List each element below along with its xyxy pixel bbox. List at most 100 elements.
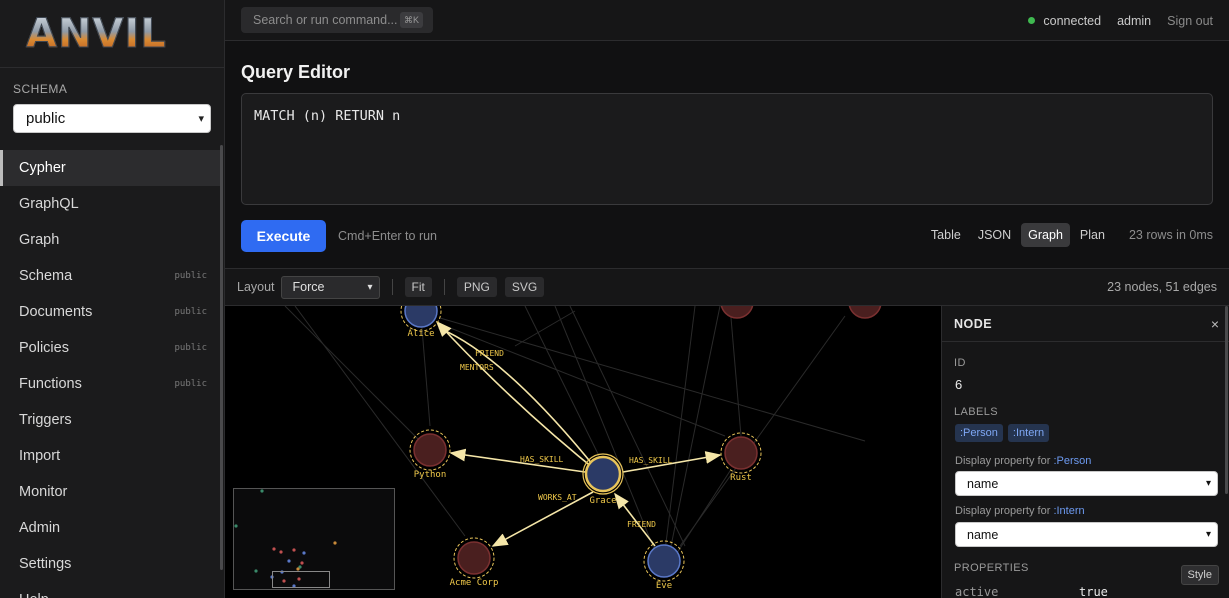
edge-label: HAS_SKILL — [520, 455, 564, 464]
graph-edge — [664, 306, 696, 552]
display-property-prefix: Display property for — [955, 455, 1051, 467]
graph-minimap[interactable] — [233, 488, 395, 590]
graph-node-grace[interactable]: Grace — [582, 453, 624, 506]
sidebar-item-graph[interactable]: Graph — [0, 222, 222, 258]
sidebar-item-schema[interactable]: Schema public — [0, 258, 222, 294]
graph-edge — [729, 306, 742, 437]
sidebar: ANVIL SCHEMA public ▾ Cypher GraphQL Graph… — [0, 0, 225, 598]
query-input[interactable]: MATCH (n) RETURN n — [241, 93, 1213, 205]
node-id-label: ID — [954, 357, 966, 369]
sidebar-item-cypher[interactable]: Cypher — [0, 150, 222, 186]
layout-select[interactable]: Force ▾ — [280, 275, 380, 299]
execute-button[interactable]: Execute — [241, 220, 326, 252]
display-property-label-person: Display property for :Person — [955, 455, 1091, 467]
display-property-select-intern[interactable]: name ▾ — [955, 522, 1218, 547]
style-button[interactable]: Style — [1180, 565, 1219, 585]
graph-edge — [284, 306, 426, 447]
sidebar-item-import[interactable]: Import — [0, 438, 222, 474]
sidebar-item-label: Monitor — [19, 484, 68, 500]
graph-canvas[interactable]: FRIEND MENTORS HAS_SKILL HAS_SKILL WORKS… — [225, 306, 941, 598]
sidebar-item-graphql[interactable]: GraphQL — [0, 186, 222, 222]
fit-button[interactable]: Fit — [404, 277, 432, 297]
edge-label: HAS_SKILL — [629, 456, 673, 465]
graph-edge — [669, 306, 721, 552]
sidebar-item-triggers[interactable]: Triggers — [0, 402, 222, 438]
display-property-select-person[interactable]: name ▾ — [955, 471, 1218, 496]
edge-label: WORKS_AT — [538, 493, 577, 502]
result-view-tabs: Table JSON Graph Plan 23 rows in 0ms — [921, 223, 1213, 247]
minimap-dot — [254, 569, 258, 573]
connection-status: connected — [1028, 14, 1101, 28]
graph-node[interactable] — [720, 306, 754, 319]
node-label: Rust — [730, 473, 752, 483]
sign-out-link[interactable]: Sign out — [1167, 14, 1213, 28]
query-editor-section: Query Editor MATCH (n) RETURN n Execute … — [225, 41, 1229, 269]
chevron-down-icon: ▾ — [198, 113, 204, 125]
tab-table[interactable]: Table — [924, 223, 968, 247]
toolbar-divider — [443, 279, 445, 295]
graph-node-eve[interactable]: Eve — [643, 540, 685, 591]
sidebar-item-label: Policies — [19, 340, 69, 356]
node-panel-title: NODE — [954, 316, 993, 331]
minimap-viewport[interactable] — [272, 571, 330, 588]
node-details-panel: NODE × ID 6 LABELS :Person :Intern Displ… — [941, 306, 1229, 598]
export-svg-button[interactable]: SVG — [504, 277, 545, 297]
display-property-value: name — [967, 476, 999, 491]
edge-label: MENTORS — [460, 363, 494, 372]
rows-info: 23 rows in 0ms — [1128, 228, 1213, 242]
node-panel-header: NODE × — [942, 306, 1229, 342]
properties-label: PROPERTIES — [954, 562, 1029, 574]
sidebar-item-label: Schema — [19, 268, 73, 284]
sidebar-item-documents[interactable]: Documents public — [0, 294, 222, 330]
sidebar-item-monitor[interactable]: Monitor — [0, 474, 222, 510]
node-label-chips: :Person :Intern — [955, 424, 1050, 442]
top-right-area: connected admin Sign out — [1028, 0, 1213, 41]
sidebar-item-label: Cypher — [19, 160, 66, 176]
export-png-button[interactable]: PNG — [456, 277, 497, 297]
close-icon[interactable]: × — [1211, 316, 1219, 332]
connection-status-text: connected — [1043, 13, 1102, 28]
current-user[interactable]: admin — [1117, 14, 1151, 28]
sidebar-scrollbar[interactable] — [220, 145, 223, 570]
command-search-input[interactable]: Search or run command... ⌘K — [241, 7, 433, 33]
sidebar-item-functions[interactable]: Functions public — [0, 366, 222, 402]
graph-edge — [524, 306, 604, 465]
tab-json[interactable]: JSON — [971, 223, 1018, 247]
run-hint: Cmd+Enter to run — [338, 229, 438, 243]
sidebar-item-help[interactable]: Help — [0, 582, 222, 598]
graph-stats: 23 nodes, 51 edges — [1107, 280, 1217, 294]
label-chip-person[interactable]: :Person — [955, 424, 1003, 442]
graph-node-alice[interactable]: Alice — [400, 306, 442, 339]
sidebar-nav: Cypher GraphQL Graph Schema public Documents p… — [0, 150, 222, 598]
sidebar-item-badge: public — [174, 307, 207, 317]
graph-edge — [679, 315, 846, 547]
sidebar-item-admin[interactable]: Admin — [0, 510, 222, 546]
status-dot-icon — [1028, 17, 1036, 24]
sidebar-item-policies[interactable]: Policies public — [0, 330, 222, 366]
sidebar-item-label: Help — [19, 592, 49, 598]
graph-node-acme-corp[interactable]: Acme Corp — [450, 537, 499, 588]
edge-label: FRIEND — [475, 349, 504, 358]
sidebar-item-label: Documents — [19, 304, 93, 320]
sidebar-item-badge: public — [174, 343, 207, 353]
app-logo[interactable]: ANVIL — [0, 0, 224, 68]
toolbar-divider — [391, 279, 393, 295]
tab-graph[interactable]: Graph — [1021, 223, 1070, 247]
minimap-dot — [279, 550, 283, 554]
panel-scrollbar[interactable] — [1225, 306, 1228, 494]
sidebar-item-badge: public — [174, 271, 207, 281]
node-label: Alice — [407, 329, 434, 339]
layout-select-value: Force — [292, 280, 325, 294]
graph-node[interactable] — [848, 306, 882, 319]
sidebar-item-label: Settings — [19, 556, 72, 572]
minimap-dot — [234, 524, 238, 528]
label-chip-intern[interactable]: :Intern — [1007, 424, 1050, 442]
schema-select[interactable]: public ▾ — [13, 104, 211, 133]
display-property-target: :Person — [1053, 455, 1092, 467]
edge-label: FRIEND — [627, 520, 656, 529]
display-property-label-intern: Display property for :Intern — [955, 505, 1085, 517]
page-title: Query Editor — [241, 62, 351, 82]
sidebar-item-label: Admin — [19, 520, 61, 536]
sidebar-item-settings[interactable]: Settings — [0, 546, 222, 582]
tab-plan[interactable]: Plan — [1073, 223, 1112, 247]
